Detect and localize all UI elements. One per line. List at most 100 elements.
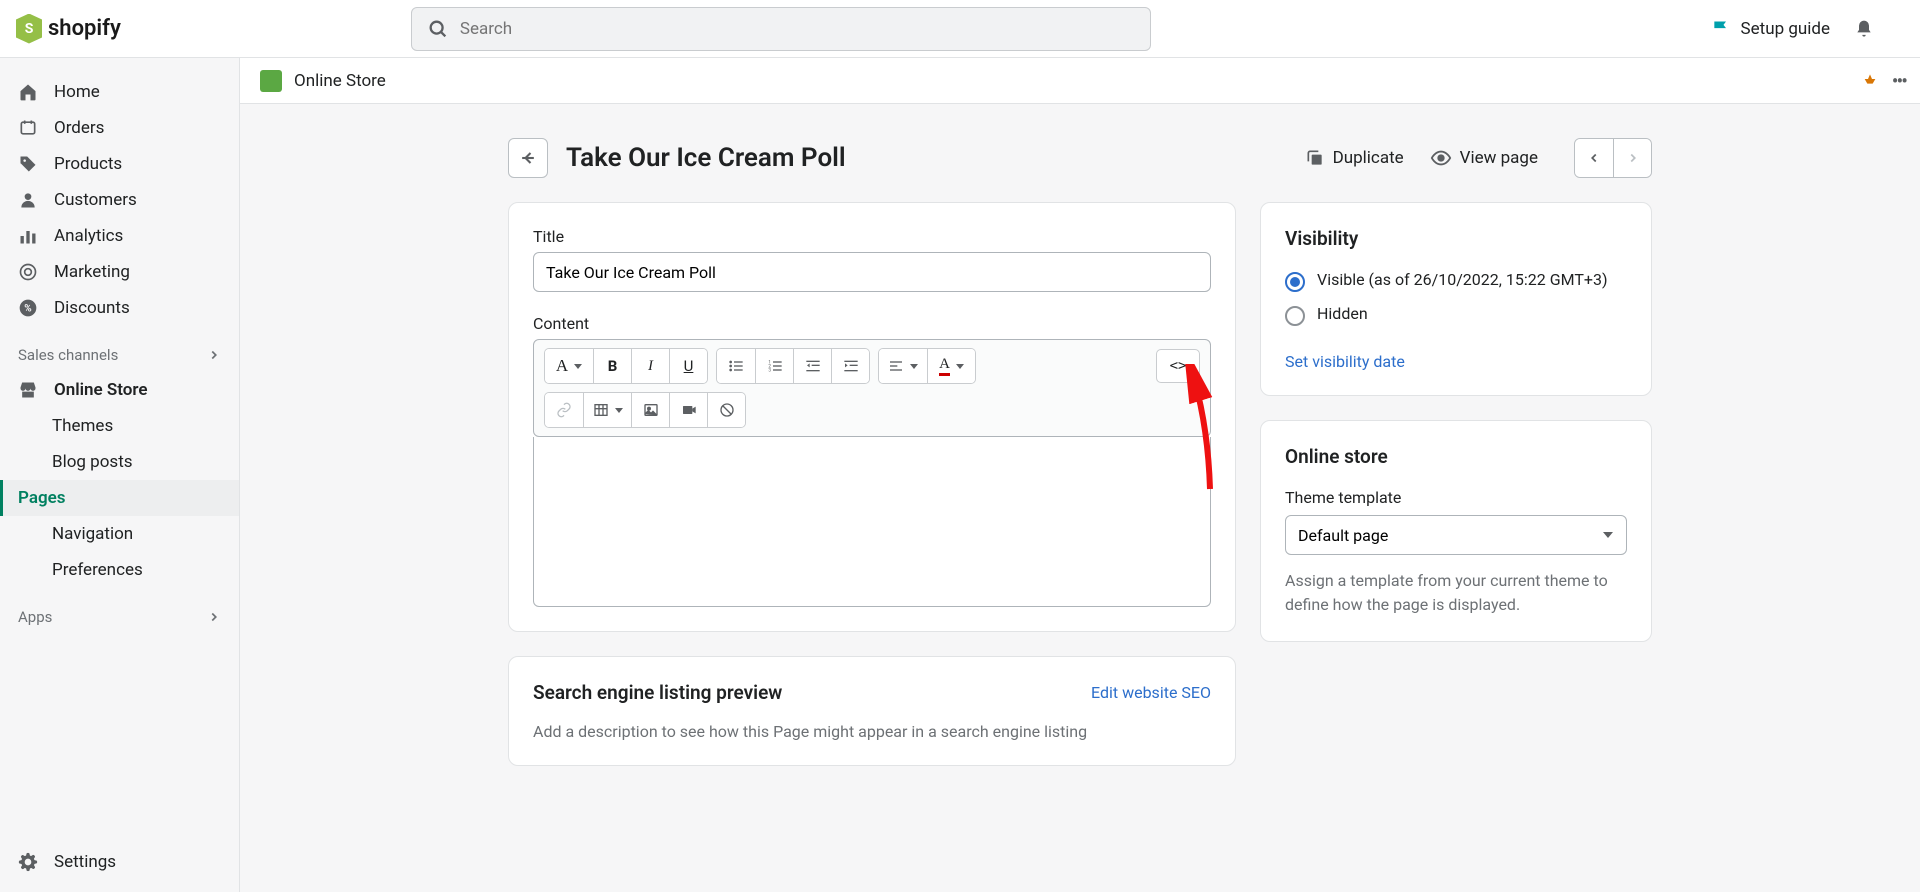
customers-icon bbox=[18, 190, 38, 210]
nav-sales-channels-header[interactable]: Sales channels bbox=[0, 338, 239, 372]
nav-home[interactable]: Home bbox=[0, 74, 239, 110]
topbar: shopify Setup guide bbox=[0, 0, 1920, 58]
content-label: Content bbox=[533, 314, 1211, 333]
search-icon bbox=[427, 18, 449, 40]
pager-next[interactable] bbox=[1613, 139, 1651, 177]
sidebar: Home Orders Products Customers Analytics… bbox=[0, 58, 240, 892]
nav-home-label: Home bbox=[54, 82, 100, 102]
indent-button[interactable] bbox=[831, 349, 869, 383]
title-input[interactable] bbox=[533, 252, 1211, 292]
html-code-button[interactable]: <> bbox=[1156, 349, 1200, 383]
table-button[interactable] bbox=[583, 393, 631, 427]
bold-button[interactable]: B bbox=[593, 349, 631, 383]
nav-settings-label: Settings bbox=[54, 852, 116, 872]
topbar-actions: Setup guide bbox=[1711, 18, 1874, 40]
nav-customers-label: Customers bbox=[54, 190, 137, 210]
chevron-right-icon bbox=[207, 610, 221, 624]
store-icon bbox=[18, 380, 38, 400]
visibility-visible-label: Visible (as of 26/10/2022, 15:22 GMT+3) bbox=[1317, 270, 1608, 289]
search-field-wrap bbox=[411, 7, 1151, 51]
notifications-icon[interactable] bbox=[1854, 18, 1874, 40]
main-content: Online Store ••• Take Our Ice Cream Poll… bbox=[240, 58, 1920, 892]
view-page-label: View page bbox=[1460, 148, 1538, 168]
bullet-list-button[interactable] bbox=[717, 349, 755, 383]
analytics-icon bbox=[18, 226, 38, 246]
nav-discounts[interactable]: % Discounts bbox=[0, 290, 239, 326]
gear-icon bbox=[18, 852, 38, 872]
nav-themes[interactable]: Themes bbox=[0, 408, 239, 444]
duplicate-button[interactable]: Duplicate bbox=[1305, 148, 1404, 168]
pager-prev[interactable] bbox=[1575, 139, 1613, 177]
nav-online-store[interactable]: Online Store bbox=[0, 372, 239, 408]
seo-description: Add a description to see how this Page m… bbox=[533, 722, 1211, 741]
visibility-heading: Visibility bbox=[1285, 227, 1627, 250]
orders-icon bbox=[18, 118, 38, 138]
flag-icon bbox=[1711, 19, 1731, 39]
svg-text:%: % bbox=[24, 303, 31, 314]
nav-sales-channels-label: Sales channels bbox=[18, 346, 118, 364]
store-bar: Online Store ••• bbox=[240, 58, 1920, 104]
brand-logo[interactable]: shopify bbox=[16, 14, 121, 44]
color-dropdown[interactable]: A bbox=[927, 349, 975, 383]
seo-heading: Search engine listing preview bbox=[533, 681, 782, 704]
nav-preferences[interactable]: Preferences bbox=[0, 552, 239, 588]
brand-name: shopify bbox=[48, 16, 121, 41]
nav-marketing[interactable]: Marketing bbox=[0, 254, 239, 290]
link-button[interactable] bbox=[545, 393, 583, 427]
content-card: Title Content A B I U bbox=[508, 202, 1236, 632]
nav-orders-label: Orders bbox=[54, 118, 104, 138]
nav-online-store-label: Online Store bbox=[54, 380, 148, 400]
online-store-heading: Online store bbox=[1285, 445, 1627, 468]
view-page-button[interactable]: View page bbox=[1430, 147, 1538, 169]
search-input[interactable] bbox=[411, 7, 1151, 51]
chevron-right-icon bbox=[207, 348, 221, 362]
visibility-hidden-label: Hidden bbox=[1317, 304, 1368, 323]
video-button[interactable] bbox=[669, 393, 707, 427]
visibility-hidden-radio[interactable]: Hidden bbox=[1285, 304, 1627, 326]
visibility-visible-radio[interactable]: Visible (as of 26/10/2022, 15:22 GMT+3) bbox=[1285, 270, 1627, 292]
page-title: Take Our Ice Cream Poll bbox=[566, 143, 1305, 173]
nav-products[interactable]: Products bbox=[0, 146, 239, 182]
image-button[interactable] bbox=[631, 393, 669, 427]
more-menu-icon[interactable]: ••• bbox=[1892, 69, 1906, 93]
radio-checked-icon bbox=[1285, 272, 1305, 292]
setup-guide-link[interactable]: Setup guide bbox=[1711, 19, 1830, 39]
discounts-icon: % bbox=[18, 298, 38, 318]
clear-format-button[interactable] bbox=[707, 393, 745, 427]
seo-card: Search engine listing preview Edit websi… bbox=[508, 656, 1236, 766]
nav-analytics[interactable]: Analytics bbox=[0, 218, 239, 254]
radio-unchecked-icon bbox=[1285, 306, 1305, 326]
template-help-text: Assign a template from your current them… bbox=[1285, 569, 1627, 617]
nav-customers[interactable]: Customers bbox=[0, 182, 239, 218]
back-button[interactable] bbox=[508, 138, 548, 178]
nav-products-label: Products bbox=[54, 154, 122, 174]
underline-button[interactable]: U bbox=[669, 349, 707, 383]
eye-icon bbox=[1430, 147, 1452, 169]
svg-text:3: 3 bbox=[768, 367, 771, 373]
shopify-logo-icon bbox=[16, 14, 42, 44]
nav-settings[interactable]: Settings bbox=[0, 844, 239, 880]
pin-icon[interactable] bbox=[1862, 72, 1878, 90]
template-select[interactable]: Default page bbox=[1285, 515, 1627, 555]
edit-seo-link[interactable]: Edit website SEO bbox=[1091, 683, 1211, 702]
align-dropdown[interactable] bbox=[879, 349, 927, 383]
nav-orders[interactable]: Orders bbox=[0, 110, 239, 146]
numbered-list-button[interactable]: 123 bbox=[755, 349, 793, 383]
nav-pages[interactable]: Pages bbox=[0, 480, 239, 516]
header-actions: Duplicate View page bbox=[1305, 138, 1652, 178]
content-editor[interactable] bbox=[533, 437, 1211, 607]
duplicate-icon bbox=[1305, 148, 1325, 168]
nav-blog-posts[interactable]: Blog posts bbox=[0, 444, 239, 480]
outdent-button[interactable] bbox=[793, 349, 831, 383]
set-visibility-date-link[interactable]: Set visibility date bbox=[1285, 352, 1405, 371]
nav-discounts-label: Discounts bbox=[54, 298, 130, 318]
italic-button[interactable]: I bbox=[631, 349, 669, 383]
template-label: Theme template bbox=[1285, 488, 1627, 507]
nav-apps-header[interactable]: Apps bbox=[0, 600, 239, 634]
nav-navigation[interactable]: Navigation bbox=[0, 516, 239, 552]
format-dropdown[interactable]: A bbox=[545, 349, 593, 383]
page-header: Take Our Ice Cream Poll Duplicate View p… bbox=[508, 138, 1652, 178]
nav-marketing-label: Marketing bbox=[54, 262, 130, 282]
home-icon bbox=[18, 82, 38, 102]
title-label: Title bbox=[533, 227, 1211, 246]
